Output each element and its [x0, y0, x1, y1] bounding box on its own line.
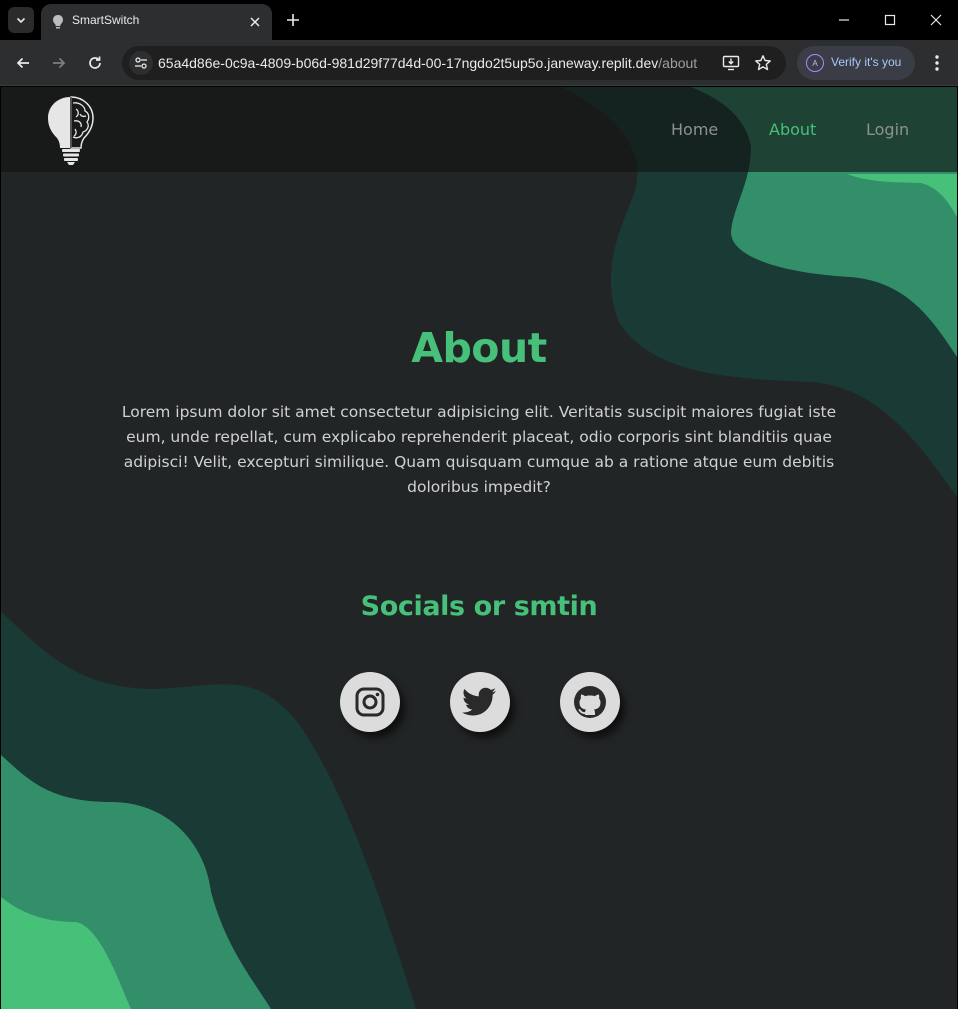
site-header: Home About Login	[1, 87, 957, 172]
reload-icon	[89, 56, 101, 69]
bookmark-button[interactable]	[753, 53, 773, 73]
minimize-icon	[839, 19, 849, 21]
tab-close-button[interactable]	[246, 13, 264, 31]
tune-icon	[135, 57, 147, 69]
tab-title: SmartSwitch	[72, 13, 140, 27]
back-button[interactable]	[11, 51, 35, 75]
arrow-right-icon	[53, 57, 66, 69]
site-favicon-icon	[53, 15, 63, 29]
url-text: 65a4d86e-0c9a-4809-b06d-981d29f77d4d-00-…	[158, 55, 697, 71]
window-close-button[interactable]	[924, 8, 948, 32]
chevron-down-icon	[16, 17, 26, 24]
brain-bulb-logo-icon[interactable]	[46, 96, 96, 166]
install-icon	[722, 55, 740, 71]
site-info-button[interactable]	[129, 51, 153, 75]
arrow-left-icon	[16, 57, 29, 69]
instagram-button[interactable]	[340, 672, 400, 732]
wave-background	[1, 87, 957, 1009]
instagram-icon	[355, 687, 385, 717]
reload-button[interactable]	[83, 51, 107, 75]
plus-icon	[287, 14, 299, 26]
nav-login-link[interactable]: Login	[866, 120, 909, 139]
close-icon	[930, 14, 942, 26]
twitter-button[interactable]	[450, 672, 510, 732]
maximize-button[interactable]	[878, 8, 902, 32]
maximize-icon	[884, 14, 896, 26]
verify-label: Verify it's you	[831, 55, 902, 69]
github-icon	[574, 686, 606, 718]
browser-tab[interactable]: SmartSwitch	[41, 4, 272, 40]
socials-heading: Socials or smtin	[360, 591, 598, 622]
close-icon	[250, 17, 260, 27]
browser-tab-strip: SmartSwitch	[0, 0, 958, 40]
address-bar[interactable]: 65a4d86e-0c9a-4809-b06d-981d29f77d4d-00-…	[122, 46, 786, 80]
more-vert-icon	[935, 55, 939, 71]
twitter-icon	[462, 687, 496, 716]
verify-profile-button[interactable]: A Verify it's you	[797, 46, 915, 80]
about-heading: About	[411, 324, 547, 372]
url-host: 65a4d86e-0c9a-4809-b06d-981d29f77d4d-00-…	[158, 55, 659, 71]
page-viewport: Home About Login About Lorem ipsum dolor…	[1, 87, 957, 1009]
url-path: /about	[658, 55, 698, 71]
nav-about-link[interactable]: About	[769, 120, 816, 139]
minimize-button[interactable]	[832, 8, 856, 32]
star-icon	[755, 55, 771, 71]
tab-search-button[interactable]	[8, 7, 34, 33]
github-button[interactable]	[560, 672, 620, 732]
browser-toolbar: 65a4d86e-0c9a-4809-b06d-981d29f77d4d-00-…	[0, 40, 958, 86]
nav-home-link[interactable]: Home	[671, 120, 718, 139]
new-tab-button[interactable]	[282, 9, 304, 31]
browser-menu-button[interactable]	[926, 51, 948, 75]
install-app-button[interactable]	[721, 53, 741, 73]
profile-avatar: A	[806, 54, 824, 72]
forward-button[interactable]	[47, 51, 71, 75]
about-paragraph: Lorem ipsum dolor sit amet consectetur a…	[121, 403, 837, 496]
